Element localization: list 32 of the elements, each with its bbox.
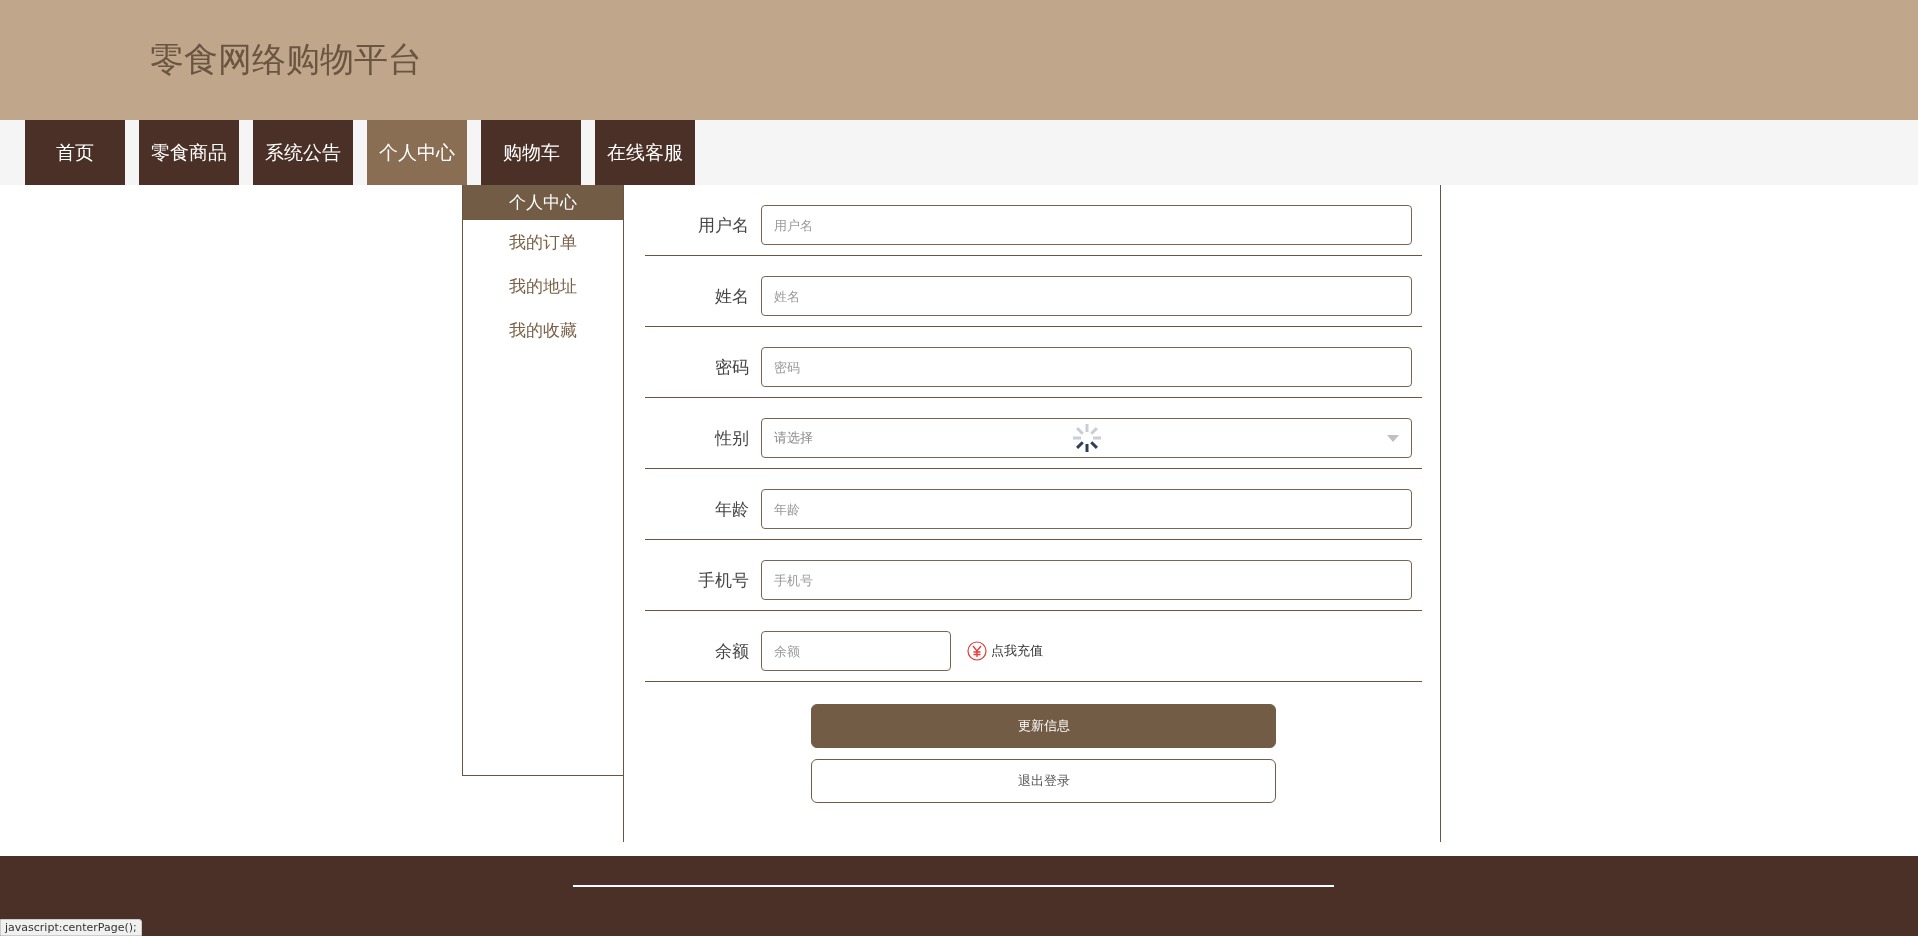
recharge-link[interactable]: 点我充值 — [967, 641, 1043, 661]
nav-tab[interactable]: 系统公告 — [253, 120, 353, 185]
status-bar-url: javascript:centerPage(); — [0, 919, 142, 936]
select-placeholder: 请选择 — [774, 429, 813, 447]
input-field[interactable]: 年龄 — [761, 489, 1412, 529]
nav-tab[interactable]: 在线客服 — [595, 120, 695, 185]
update-button[interactable]: 更新信息 — [811, 704, 1276, 748]
field-label: 用户名 — [697, 213, 749, 237]
sidebar-item[interactable]: 我的订单 — [463, 220, 623, 264]
sidebar-item[interactable]: 我的收藏 — [463, 308, 623, 352]
nav-tab[interactable]: 个人中心 — [367, 120, 467, 185]
field-label: 余额 — [714, 639, 749, 663]
field-label: 姓名 — [714, 284, 749, 308]
sidebar-item[interactable]: 我的地址 — [463, 264, 623, 308]
field-label: 性别 — [713, 426, 749, 450]
field-label: 手机号 — [697, 568, 749, 592]
input-field[interactable]: 密码 — [761, 347, 1412, 387]
select-field[interactable]: 请选择 — [761, 418, 1412, 458]
input-field[interactable]: 用户名 — [761, 205, 1412, 245]
input-field[interactable]: 余额 — [761, 631, 951, 671]
caret-icon — [1387, 434, 1399, 442]
sidebar-item[interactable]: 个人中心 — [463, 185, 623, 220]
field-label: 年龄 — [714, 497, 749, 521]
yen-icon — [967, 641, 987, 661]
input-field[interactable]: 姓名 — [761, 276, 1412, 316]
nav-tab[interactable]: 零食商品 — [139, 120, 239, 185]
input-field[interactable]: 手机号 — [761, 560, 1412, 600]
site-title: 零食网络购物平台 — [150, 38, 422, 81]
nav-tab[interactable]: 购物车 — [481, 120, 581, 185]
logout-button[interactable]: 退出登录 — [811, 759, 1276, 803]
field-label: 密码 — [714, 355, 749, 379]
nav-tab[interactable]: 首页 — [25, 120, 125, 185]
